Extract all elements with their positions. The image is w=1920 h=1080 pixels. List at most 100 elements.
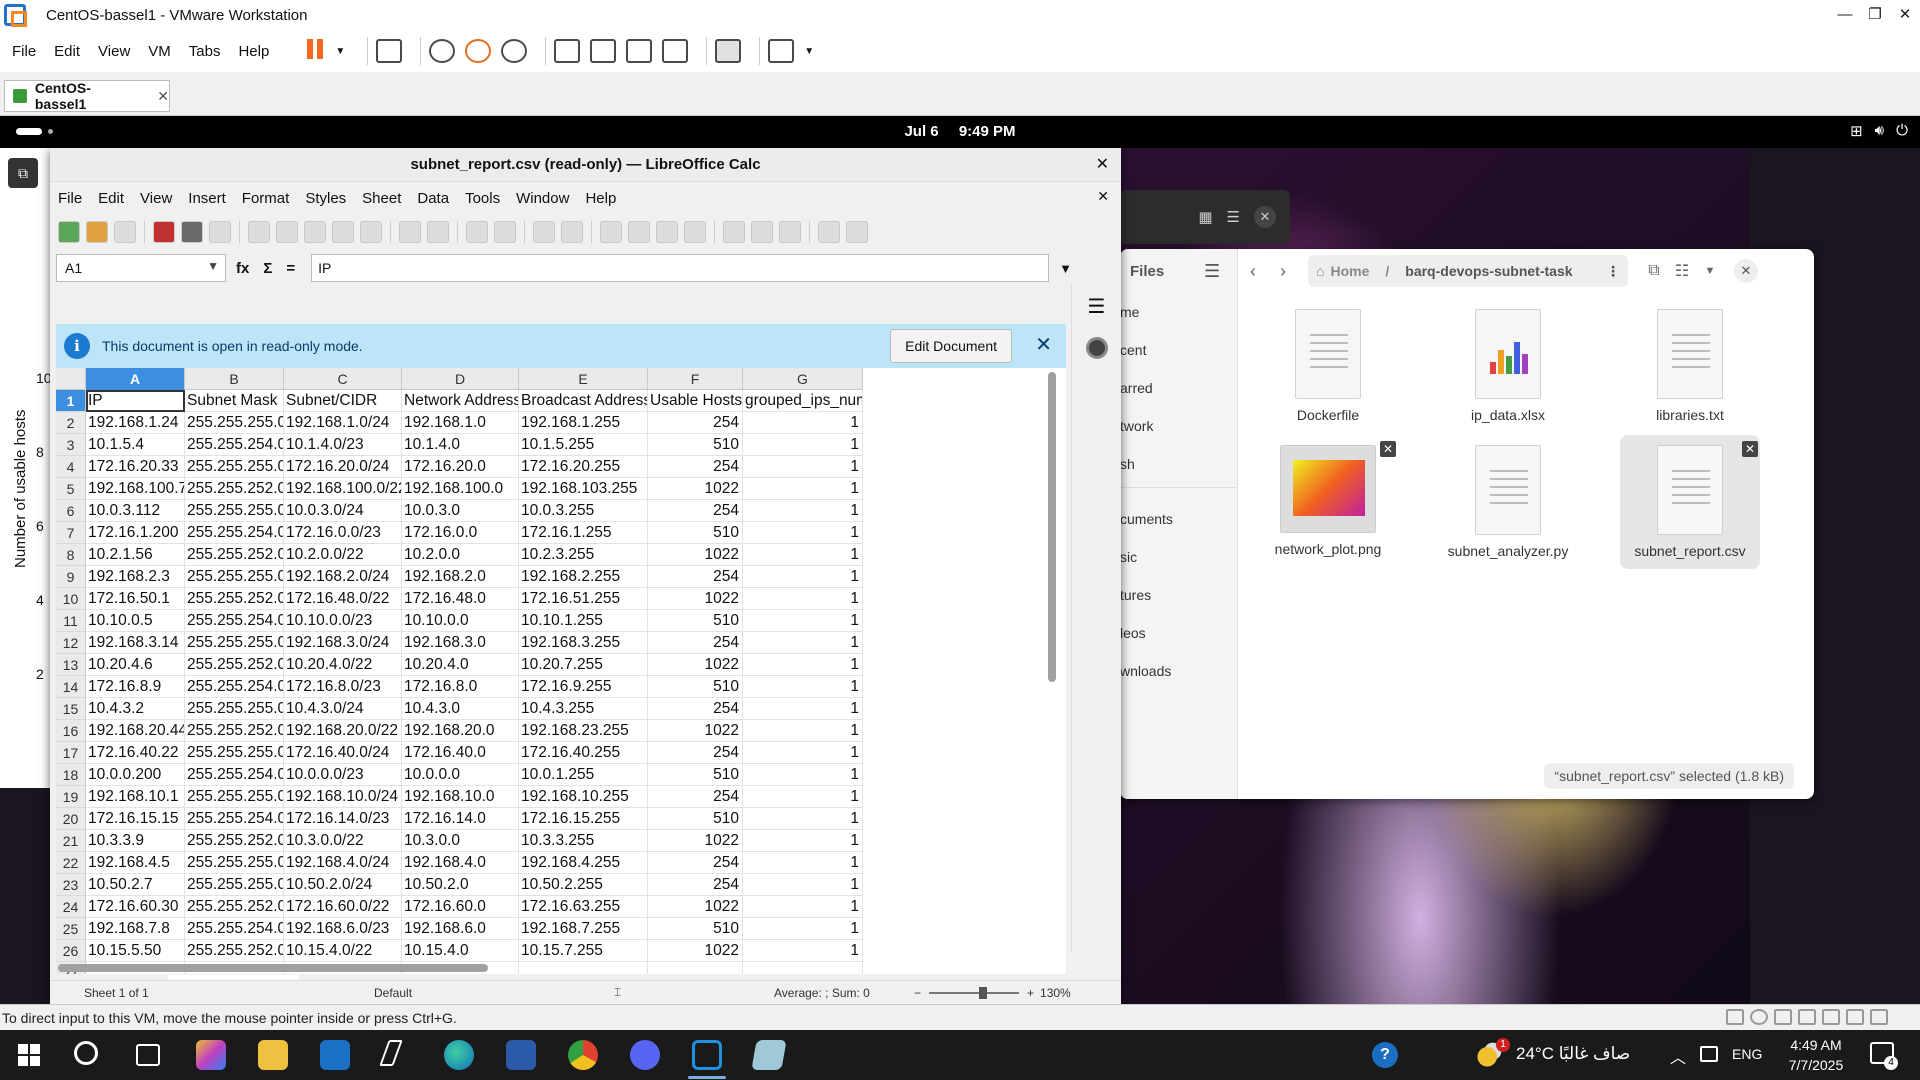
sidebar-item-starred[interactable]: arred (1120, 369, 1237, 407)
pivot-table-icon[interactable] (779, 221, 801, 243)
table-cell[interactable]: 1022 (648, 588, 743, 610)
table-cell[interactable]: 192.168.10.1 (86, 786, 185, 808)
hyperlink-icon[interactable] (846, 221, 868, 243)
row-header[interactable]: 24 (56, 896, 86, 918)
network-icon[interactable] (1700, 1046, 1718, 1062)
table-cell[interactable]: 172.16.60.0 (402, 896, 519, 918)
task-view-icon[interactable] (136, 1044, 160, 1066)
menu-view[interactable]: View (98, 43, 130, 60)
new-folder-icon[interactable]: ⧉ (1640, 262, 1668, 280)
table-cell[interactable]: 1022 (648, 544, 743, 566)
table-cell[interactable]: 172.16.48.0 (402, 588, 519, 610)
sort-ascending-icon[interactable] (628, 221, 650, 243)
table-cell[interactable]: 172.16.60.30 (86, 896, 185, 918)
table-cell[interactable]: 10.0.3.0/24 (284, 500, 402, 522)
sort-descending-icon[interactable] (656, 221, 678, 243)
table-cell[interactable]: 192.168.4.0/24 (284, 852, 402, 874)
table-cell[interactable]: 255.255.254.0 (185, 434, 284, 456)
row-header[interactable]: 16 (56, 720, 86, 742)
menu-data[interactable]: Data (417, 190, 449, 207)
edit-document-button[interactable]: Edit Document (890, 329, 1012, 363)
status-sum[interactable]: Average: ; Sum: 0 (774, 986, 914, 1000)
table-cell[interactable]: 192.168.20.0 (402, 720, 519, 742)
sidebar-item-videos[interactable]: leos (1120, 614, 1237, 652)
table-cell[interactable]: 510 (648, 610, 743, 632)
table-cell[interactable] (648, 962, 743, 974)
select-all-corner[interactable] (56, 368, 86, 390)
table-cell[interactable]: 1 (743, 742, 863, 764)
table-cell[interactable]: 255.255.252.0 (185, 478, 284, 500)
sidebar-item-pictures[interactable]: tures (1120, 576, 1237, 614)
table-cell[interactable]: 510 (648, 676, 743, 698)
column-header[interactable]: F (648, 368, 743, 390)
cut-icon[interactable] (248, 221, 270, 243)
menu-file[interactable]: File (12, 43, 36, 60)
table-cell[interactable]: 255.255.254.0 (185, 676, 284, 698)
table-cell[interactable]: 192.168.100.7 (86, 478, 185, 500)
table-cell[interactable]: 192.168.20.0/22 (284, 720, 402, 742)
formula-input[interactable]: IP (311, 254, 1050, 282)
table-cell[interactable]: 1022 (648, 830, 743, 852)
table-cell[interactable]: 1 (743, 786, 863, 808)
sidebar-item-recent[interactable]: cent (1120, 331, 1237, 369)
table-cell[interactable]: 10.4.3.255 (519, 698, 648, 720)
table-cell[interactable]: 1 (743, 852, 863, 874)
table-cell[interactable]: 172.16.63.255 (519, 896, 648, 918)
table-cell[interactable]: 255.255.254.0 (185, 522, 284, 544)
search-icon[interactable] (74, 1041, 98, 1065)
table-cell[interactable]: 10.3.3.9 (86, 830, 185, 852)
header-cell[interactable]: Network Address (402, 390, 519, 412)
table-cell[interactable]: 172.16.60.0/22 (284, 896, 402, 918)
table-cell[interactable]: 192.168.1.255 (519, 412, 648, 434)
send-ctrl-alt-del-icon[interactable] (376, 39, 403, 63)
table-cell[interactable]: 1 (743, 522, 863, 544)
table-cell[interactable]: 1 (743, 654, 863, 676)
pause-icon[interactable] (307, 39, 325, 63)
remove-icon[interactable]: ✕ (1380, 441, 1396, 457)
table-cell[interactable]: 172.16.20.0/24 (284, 456, 402, 478)
navigator-icon[interactable] (1085, 337, 1108, 359)
expand-formula-icon[interactable]: ▼ (1059, 261, 1072, 276)
sidebar-menu-icon[interactable]: ☰ (1072, 294, 1121, 319)
row-header[interactable]: 6 (56, 500, 86, 522)
sidebar-item-home[interactable]: me (1120, 293, 1237, 331)
table-cell[interactable]: 192.168.20.44 (86, 720, 185, 742)
file-item[interactable]: libraries.txt (1620, 299, 1760, 429)
table-cell[interactable]: 255.255.252.0 (185, 720, 284, 742)
file-item[interactable]: ip_data.xlsx (1438, 299, 1578, 429)
minimize-icon[interactable]: — (1830, 0, 1860, 30)
table-cell[interactable]: 192.168.6.0 (402, 918, 519, 940)
table-cell[interactable]: 1 (743, 720, 863, 742)
table-cell[interactable]: 192.168.4.0 (402, 852, 519, 874)
table-cell[interactable]: 254 (648, 566, 743, 588)
table-cell[interactable]: 172.16.48.0/22 (284, 588, 402, 610)
discord-icon[interactable] (630, 1040, 660, 1070)
table-cell[interactable]: 10.0.3.255 (519, 500, 648, 522)
table-cell[interactable]: 192.168.7.8 (86, 918, 185, 940)
table-cell[interactable]: 172.16.40.22 (86, 742, 185, 764)
table-cell[interactable]: 192.168.1.0/24 (284, 412, 402, 434)
row-header[interactable]: 14 (56, 676, 86, 698)
grid-view-icon[interactable]: ▦ (1198, 208, 1212, 226)
menu-icon[interactable]: ☰ (1227, 208, 1240, 226)
menu-insert[interactable]: Insert (188, 190, 226, 207)
row-header[interactable]: 11 (56, 610, 86, 632)
sidebar-item-trash[interactable]: sh (1120, 445, 1237, 483)
app-icon[interactable] (751, 1040, 787, 1070)
autofilter-icon[interactable] (684, 221, 706, 243)
table-cell[interactable]: 192.168.2.0/24 (284, 566, 402, 588)
table-cell[interactable]: 1022 (648, 720, 743, 742)
chevron-down-icon[interactable]: ▼ (207, 259, 219, 273)
usb-icon[interactable] (1798, 1009, 1816, 1025)
table-cell[interactable]: 255.255.255.0 (185, 412, 284, 434)
table-cell[interactable]: 10.10.1.255 (519, 610, 648, 632)
zoom-out-icon[interactable]: − (914, 986, 921, 1000)
table-cell[interactable]: 510 (648, 764, 743, 786)
table-cell[interactable]: 10.0.1.255 (519, 764, 648, 786)
cd-icon[interactable] (1750, 1009, 1768, 1025)
row-header[interactable]: 1 (56, 390, 86, 412)
unity-icon[interactable] (662, 39, 689, 63)
table-cell[interactable]: 10.4.3.2 (86, 698, 185, 720)
table-cell[interactable]: 254 (648, 852, 743, 874)
table-cell[interactable]: 172.16.9.255 (519, 676, 648, 698)
